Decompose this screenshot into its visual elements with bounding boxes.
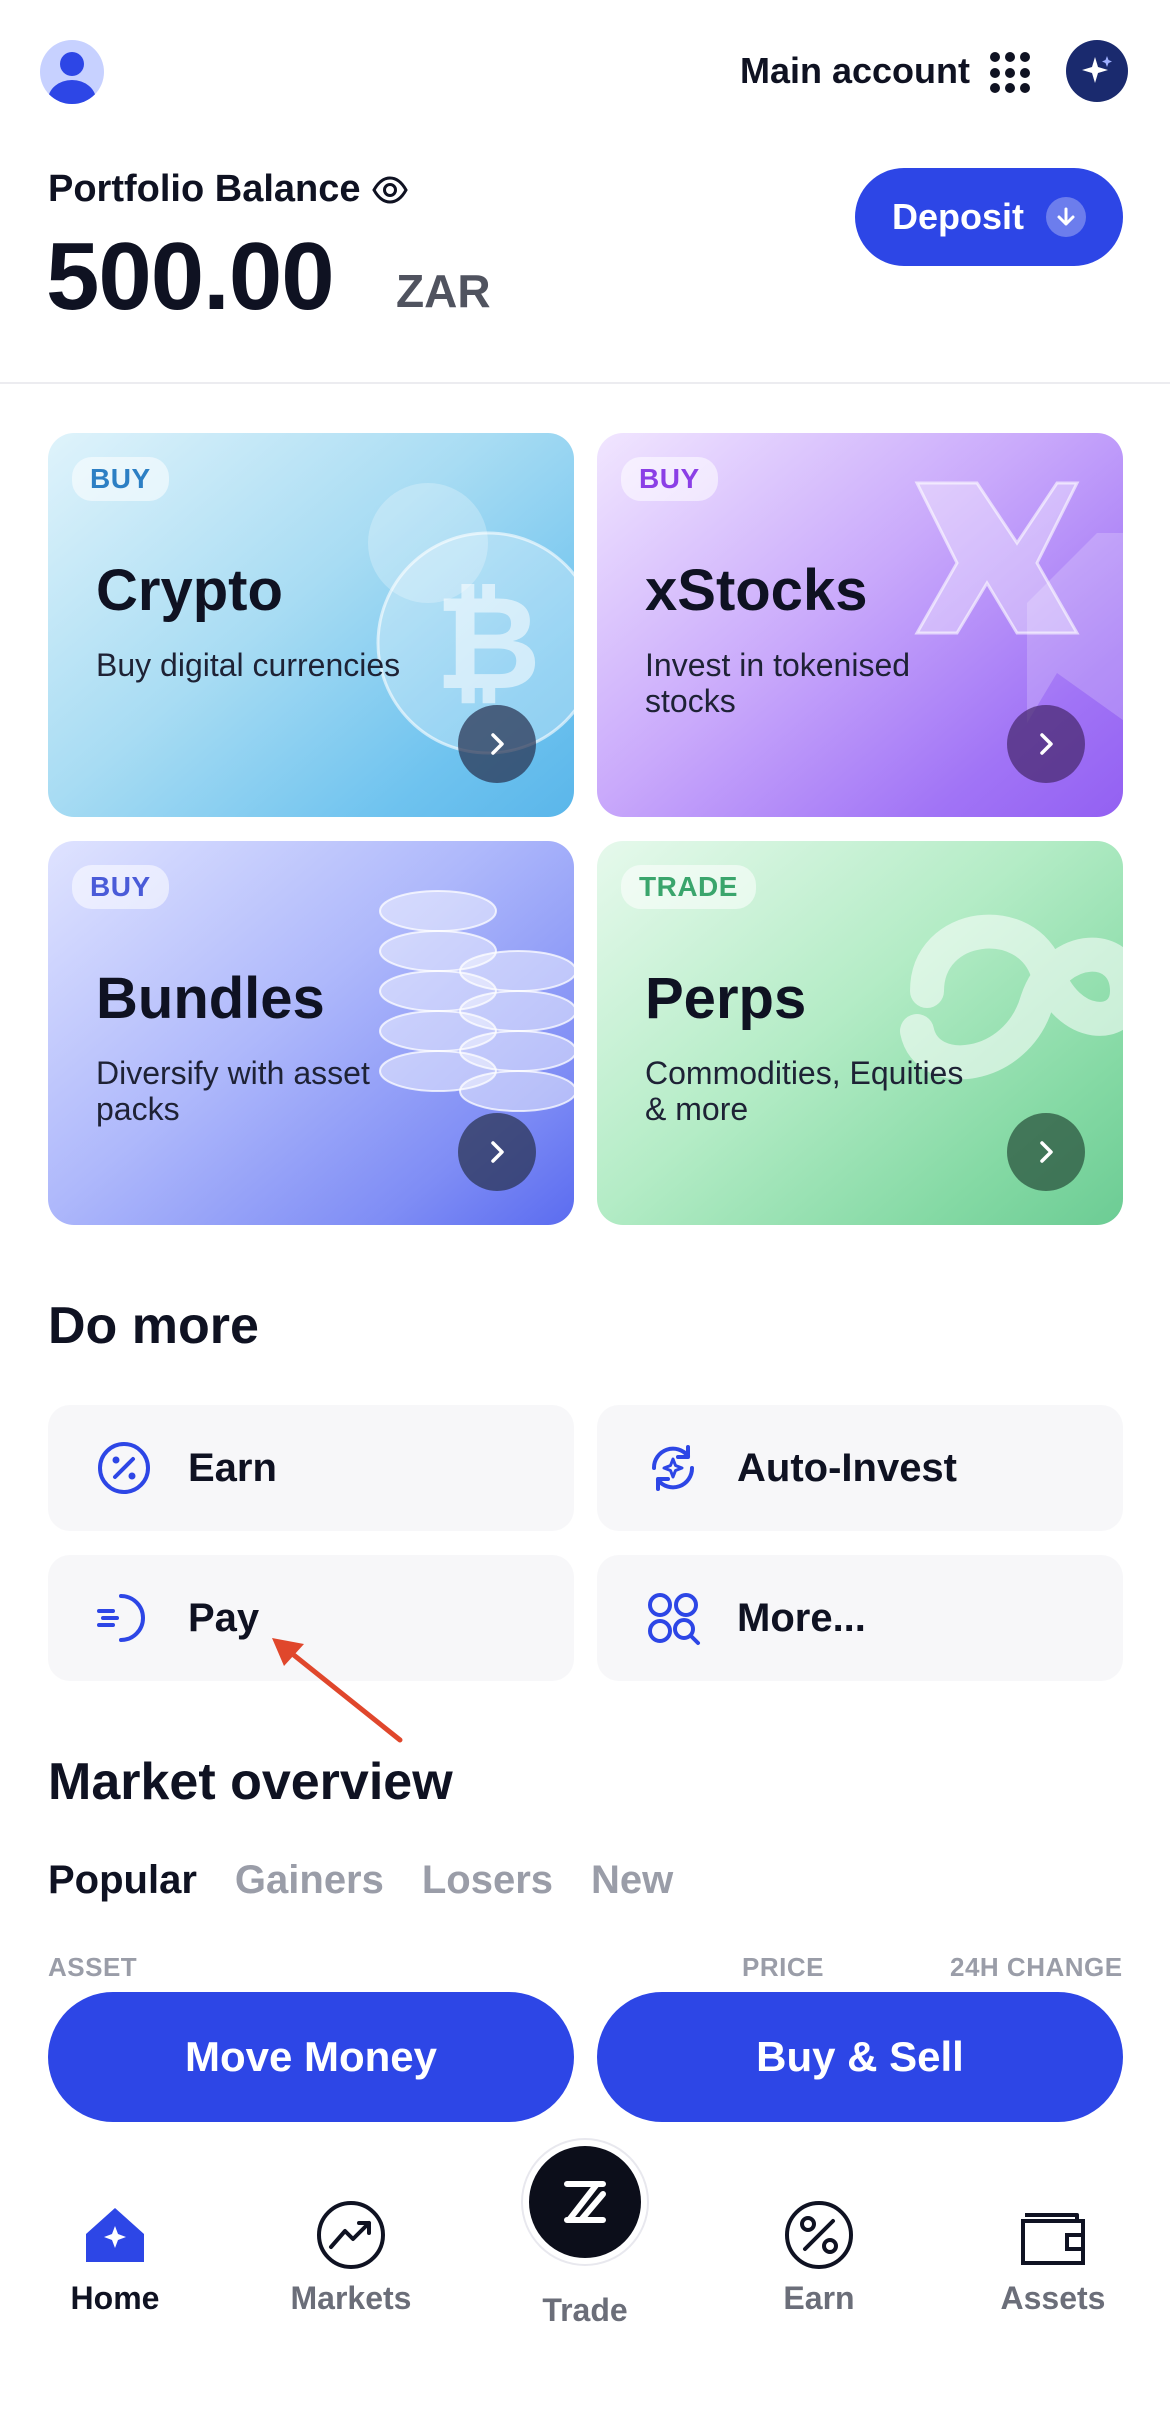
app-grid-icon[interactable] [990, 52, 1032, 94]
trade-icon[interactable] [523, 2140, 647, 2264]
card-subtitle: Commodities, Equities & more [645, 1055, 964, 1127]
percent-circle-icon [94, 1438, 154, 1498]
tab-new[interactable]: New [591, 1858, 673, 1903]
card-title: Perps [645, 966, 807, 1031]
nav-label: Home [70, 2280, 160, 2316]
card-tag: BUY [621, 457, 718, 501]
nav-label: Earn [783, 2280, 855, 2316]
card-title: Crypto [96, 558, 283, 623]
markets-icon [314, 2198, 388, 2272]
svg-text:₿: ₿ [435, 567, 541, 719]
nav-assets[interactable]: Assets [968, 2198, 1138, 2317]
move-money-button[interactable]: Move Money [48, 1992, 574, 2122]
wallet-icon [1016, 2198, 1090, 2272]
card-crypto[interactable]: ₿ BUY Crypto Buy digital currencies [48, 433, 574, 817]
card-title: Bundles [96, 966, 325, 1031]
ai-sparkle-icon[interactable] [1066, 40, 1128, 102]
column-header-asset: ASSET [48, 1952, 138, 1982]
card-subtitle: Buy digital currencies [96, 647, 401, 683]
card-subtitle: Invest in tokenised stocks [645, 647, 911, 719]
portfolio-balance-text: Portfolio Balance [48, 168, 361, 210]
card-perps[interactable]: TRADE Perps Commodities, Equities & more [597, 841, 1123, 1225]
nav-label: Markets [290, 2280, 412, 2316]
arrow-down-icon [1046, 197, 1086, 237]
market-overview-title: Market overview [48, 1753, 453, 1811]
balance-amount: 500.00 [46, 223, 335, 330]
earn-icon [782, 2198, 856, 2272]
chevron-right-icon[interactable] [1007, 705, 1085, 783]
action-label: Auto-Invest [737, 1445, 957, 1490]
column-header-price: PRICE [742, 1952, 824, 1982]
card-title: xStocks [645, 558, 868, 623]
account-switcher-label[interactable]: Main account [740, 50, 970, 92]
market-tabs: Popular Gainers Losers New [48, 1858, 673, 1903]
earn-action[interactable]: Earn [48, 1405, 574, 1531]
nav-earn[interactable]: Earn [734, 2198, 904, 2317]
pay-icon [94, 1588, 154, 1648]
card-bundles[interactable]: BUY Bundles Diversify with asset packs [48, 841, 574, 1225]
eye-icon[interactable] [371, 171, 409, 209]
action-label: Pay [188, 1595, 260, 1640]
card-subtitle: Diversify with asset packs [96, 1055, 370, 1127]
nav-trade[interactable]: Trade [500, 2292, 670, 2329]
more-apps-icon [643, 1588, 703, 1648]
deposit-label: Deposit [891, 196, 1024, 237]
column-header-change: 24H CHANGE [950, 1952, 1123, 1982]
card-tag: BUY [72, 457, 169, 501]
pay-action[interactable]: Pay [48, 1555, 574, 1681]
chevron-right-icon[interactable] [458, 705, 536, 783]
more-action[interactable]: More... [597, 1555, 1123, 1681]
bitcoin-coin-icon: ₿ [368, 483, 574, 755]
do-more-title: Do more [48, 1297, 259, 1355]
card-tag: BUY [72, 865, 169, 909]
balance-currency: ZAR [396, 265, 491, 317]
action-label: Earn [188, 1445, 277, 1490]
tab-popular[interactable]: Popular [48, 1858, 197, 1903]
chevron-right-icon[interactable] [458, 1113, 536, 1191]
nav-home[interactable]: Home [30, 2198, 200, 2317]
nav-label: Assets [1000, 2280, 1106, 2316]
action-label: More... [737, 1595, 866, 1640]
chevron-right-icon[interactable] [1007, 1113, 1085, 1191]
card-tag: TRADE [621, 865, 756, 909]
auto-invest-action[interactable]: Auto-Invest [597, 1405, 1123, 1531]
top-bar: Main account [0, 0, 1170, 150]
tab-gainers[interactable]: Gainers [235, 1858, 384, 1903]
tab-losers[interactable]: Losers [422, 1858, 553, 1903]
deposit-button[interactable]: Deposit [855, 168, 1123, 266]
portfolio-balance-label: Portfolio Balance [48, 168, 409, 211]
card-xstocks[interactable]: BUY xStocks Invest in tokenised stocks [597, 433, 1123, 817]
buy-sell-button[interactable]: Buy & Sell [597, 1992, 1123, 2122]
nav-markets[interactable]: Markets [266, 2198, 436, 2317]
avatar-icon[interactable] [40, 40, 104, 104]
divider [0, 382, 1170, 384]
auto-invest-icon [643, 1438, 703, 1498]
nav-label: Trade [542, 2292, 628, 2328]
home-icon [78, 2198, 152, 2272]
bottom-nav: Home Markets Trade Earn Assets [0, 2140, 1170, 2416]
